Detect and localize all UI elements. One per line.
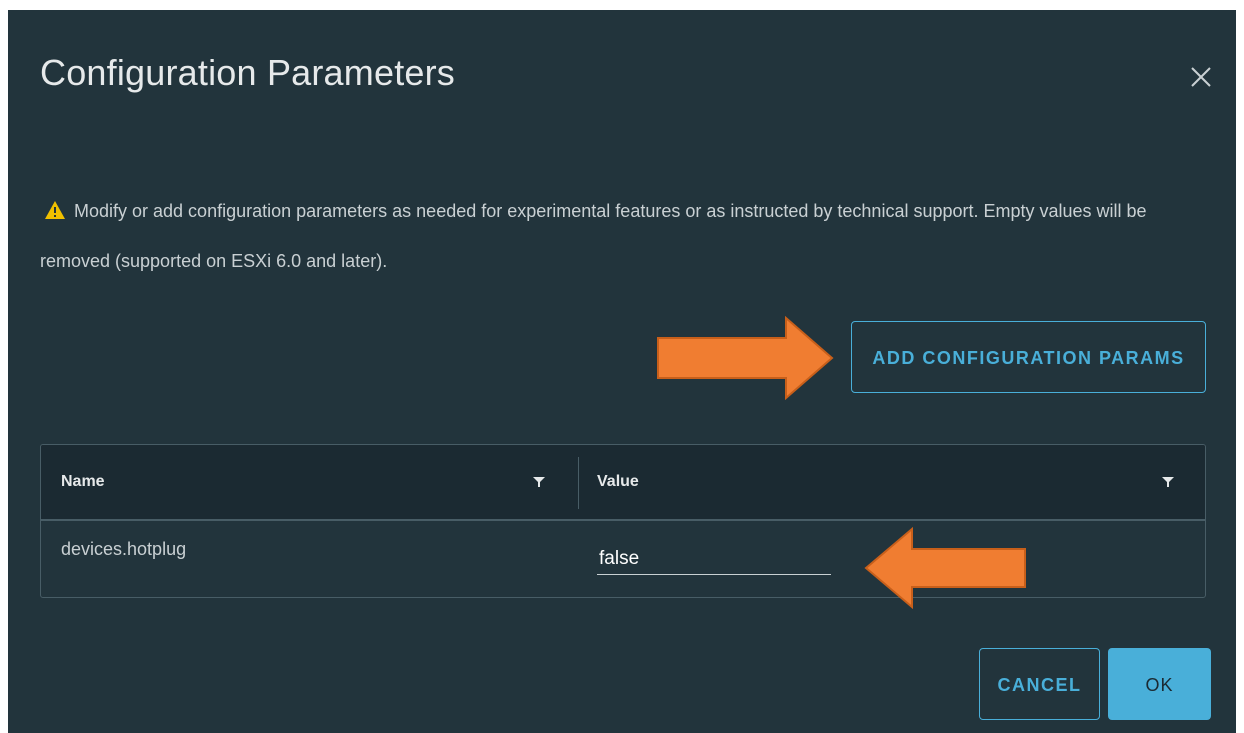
close-icon[interactable] — [1186, 62, 1216, 92]
table-row: devices.hotplug — [41, 521, 1205, 597]
info-message: Modify or add configuration parameters a… — [40, 186, 1210, 286]
filter-icon[interactable] — [1162, 476, 1174, 488]
column-separator[interactable] — [578, 457, 579, 509]
cancel-button[interactable]: CANCEL — [979, 648, 1100, 720]
parameter-value-input[interactable] — [597, 543, 831, 575]
annotation-arrow-left-icon — [864, 527, 1026, 609]
add-configuration-params-button[interactable]: ADD CONFIGURATION PARAMS — [851, 321, 1206, 393]
annotation-arrow-right-icon — [657, 316, 834, 400]
column-header-name[interactable]: Name — [61, 445, 105, 519]
parameter-name-cell: devices.hotplug — [61, 539, 187, 559]
ok-button[interactable]: OK — [1108, 648, 1211, 720]
dialog-title: Configuration Parameters — [40, 52, 456, 93]
configuration-parameters-dialog: Configuration Parameters Modify or add c… — [8, 10, 1236, 733]
filter-icon[interactable] — [533, 476, 545, 488]
column-header-value[interactable]: Value — [597, 445, 639, 519]
info-message-text: Modify or add configuration parameters a… — [40, 201, 1147, 271]
grid-header: Name Value — [41, 445, 1205, 521]
warning-icon — [45, 201, 65, 219]
parameters-grid: Name Value devices.hotplug — [40, 444, 1206, 598]
